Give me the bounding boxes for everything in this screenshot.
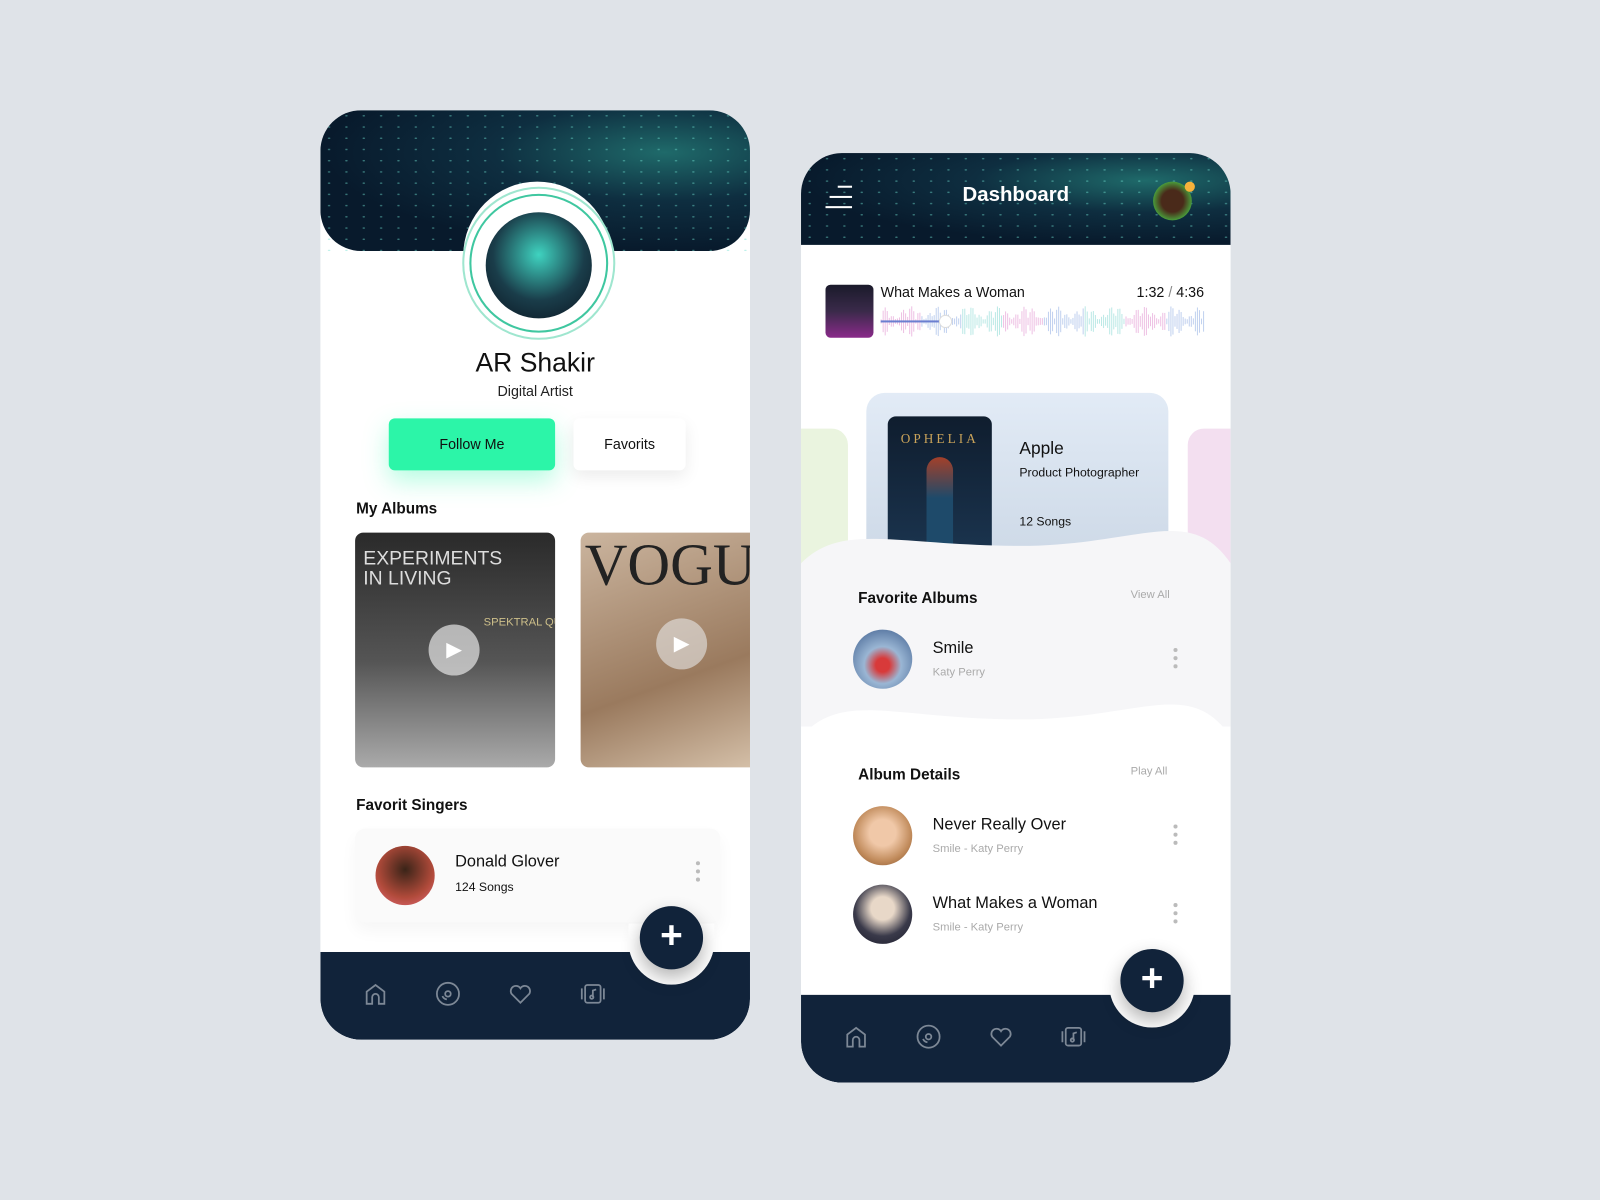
view-all-link[interactable]: View All (1131, 589, 1170, 601)
notification-dot (1184, 181, 1195, 192)
play-button[interactable]: ▶ (428, 624, 480, 676)
favorits-button[interactable]: Favorits (573, 418, 686, 471)
track-time: 1:32 / 4:36 (1136, 283, 1205, 300)
home-icon[interactable] (843, 1023, 870, 1050)
singer-avatar (375, 845, 435, 906)
favorite-albums-title: Favorite Albums (858, 589, 978, 608)
albums-title: My Albums (356, 499, 438, 518)
seek-progress (880, 320, 946, 323)
album-item[interactable]: Smile Katy Perry (842, 628, 1189, 691)
seek-handle (938, 314, 953, 329)
add-button[interactable]: + (1120, 948, 1184, 1013)
track-thumbnail (825, 284, 874, 338)
more-icon[interactable] (1173, 903, 1178, 927)
dashboard-screen: Dashboard What Makes a Woman 1:32 / 4:36… (801, 153, 1231, 1083)
track-title: What Makes a Woman (880, 283, 1025, 300)
album-card[interactable]: VOGUE ▶ (580, 532, 750, 768)
song-item[interactable]: What Makes a Woman Smile - Katy Perry (842, 883, 1189, 946)
disc-icon[interactable] (435, 981, 462, 1008)
play-all-link[interactable]: Play All (1131, 765, 1168, 777)
more-icon[interactable] (695, 861, 700, 885)
profile-name: AR Shakir (475, 346, 595, 378)
add-button[interactable]: + (639, 906, 704, 970)
home-icon[interactable] (362, 981, 389, 1008)
disc-icon[interactable] (915, 1023, 942, 1050)
profile-role: Digital Artist (497, 382, 573, 399)
more-icon[interactable] (1173, 647, 1178, 672)
more-icon[interactable] (1173, 824, 1178, 848)
waveform-seekbar[interactable] (880, 304, 1205, 339)
song-item[interactable]: Never Really Over Smile - Katy Perry (842, 804, 1189, 867)
music-library-icon[interactable] (580, 981, 607, 1008)
play-button[interactable]: ▶ (656, 618, 708, 670)
album-card[interactable]: EXPERIMENTS IN LIVING SPEKTRAL QUARTET ▶ (355, 532, 556, 768)
singers-title: Favorit Singers (356, 796, 468, 815)
heart-icon[interactable] (507, 981, 534, 1008)
profile-screen: AR Shakir Digital Artist Follow Me Favor… (320, 110, 750, 1040)
heart-icon[interactable] (988, 1023, 1015, 1050)
album-details-title: Album Details (858, 766, 961, 784)
follow-button[interactable]: Follow Me (388, 418, 556, 471)
music-library-icon[interactable] (1060, 1023, 1087, 1050)
